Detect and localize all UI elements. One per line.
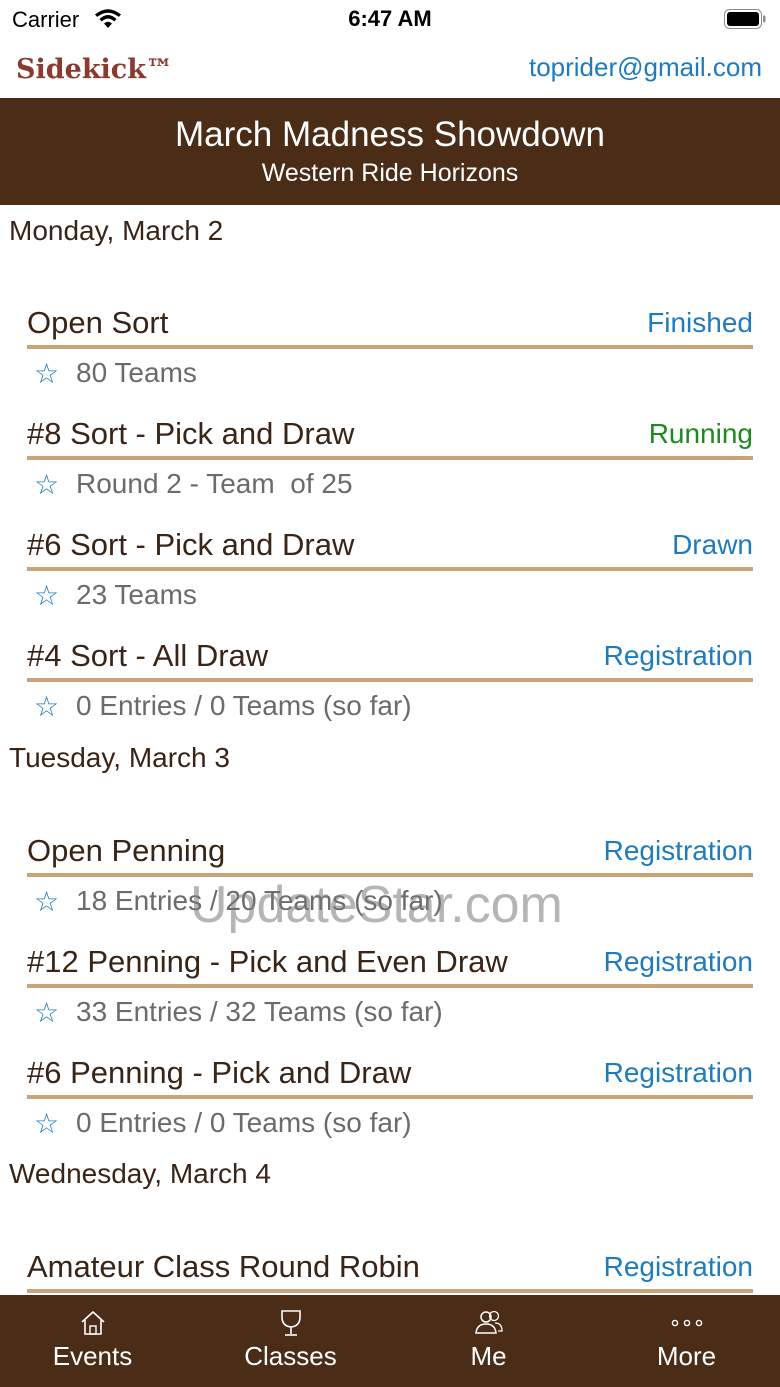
class-detail-text: 33 Entries / 32 Teams (so far) (76, 996, 443, 1027)
class-detail-text: 80 Teams (76, 357, 197, 388)
event-subtitle: Western Ride Horizons (261, 159, 519, 187)
class-row[interactable]: Amateur Class Round Robin Registration (27, 1247, 753, 1293)
class-status: Finished (647, 307, 753, 338)
class-row[interactable]: #6 Penning - Pick and Draw Registration (27, 1053, 753, 1099)
class-status: Registration (603, 640, 753, 671)
class-name: #12 Penning - Pick and Even Draw (27, 944, 508, 979)
more-icon (671, 1319, 702, 1327)
tab-label: More (656, 1341, 717, 1371)
day-header: Monday, March 2 (9, 215, 224, 246)
class-row[interactable]: #8 Sort - Pick and Draw Running (27, 414, 753, 460)
tab-me[interactable]: Me (391, 1295, 586, 1387)
class-name: #6 Sort - Pick and Draw (27, 527, 355, 562)
star-icon[interactable]: ☆ (34, 885, 59, 918)
class-name: Amateur Class Round Robin (27, 1249, 420, 1284)
class-row[interactable]: Open Penning Registration (27, 831, 753, 877)
status-bar: Carrier 6:47 AM (0, 0, 780, 40)
class-status: Running (648, 418, 753, 449)
class-detail-text: Round 2 - Team of 25 (76, 468, 353, 499)
day-header: Tuesday, March 3 (9, 742, 230, 773)
event-banner: March Madness Showdown Western Ride Hori… (0, 98, 780, 205)
class-status: Registration (603, 946, 753, 977)
class-detail-text: 0 Entries / 0 Teams (so far) (76, 1107, 412, 1138)
tab-label: Me (470, 1341, 507, 1371)
star-icon[interactable]: ☆ (34, 996, 59, 1029)
star-icon[interactable]: ☆ (34, 357, 59, 390)
class-detail-text: 0 Entries / 0 Teams (so far) (76, 690, 412, 721)
class-list[interactable]: Monday, March 2 Open Sort Finished ☆ 80 … (0, 205, 780, 1295)
class-detail-text: 18 Entries / 20 Teams (so far) (76, 885, 443, 916)
class-status: Drawn (672, 529, 753, 560)
tab-more[interactable]: More (589, 1295, 780, 1387)
star-icon[interactable]: ☆ (34, 690, 59, 723)
event-title: March Madness Showdown (175, 115, 605, 154)
star-icon[interactable]: ☆ (34, 1107, 59, 1140)
clock: 6:47 AM (348, 6, 432, 31)
class-status: Registration (603, 1251, 753, 1282)
class-name: #4 Sort - All Draw (27, 638, 269, 673)
tab-label: Events (52, 1341, 133, 1371)
class-status: Registration (603, 1057, 753, 1088)
class-row[interactable]: #6 Sort - Pick and Draw Drawn (27, 525, 753, 571)
class-name: #8 Sort - Pick and Draw (27, 416, 355, 451)
class-row[interactable]: #12 Penning - Pick and Even Draw Registr… (27, 942, 753, 988)
class-name: Open Sort (27, 305, 169, 340)
class-detail-text: 23 Teams (76, 579, 197, 610)
user-email-link[interactable]: toprider@gmail.com (529, 52, 762, 83)
tab-events[interactable]: Events (0, 1295, 190, 1387)
tab-classes[interactable]: Classes (193, 1295, 388, 1387)
star-icon[interactable]: ☆ (34, 579, 59, 612)
tab-label: Classes (244, 1341, 337, 1371)
brand-logo: Sidekick™ (16, 54, 173, 85)
class-name: #6 Penning - Pick and Draw (27, 1055, 412, 1090)
tab-bar: Events Classes Me More (0, 1295, 780, 1387)
app-header: Sidekick™ toprider@gmail.com (0, 46, 780, 96)
trophy-icon (280, 1310, 301, 1336)
class-status: Registration (603, 835, 753, 866)
star-icon[interactable]: ☆ (34, 468, 59, 501)
home-icon (80, 1311, 105, 1335)
day-header: Wednesday, March 4 (9, 1158, 271, 1189)
users-icon (474, 1310, 503, 1334)
battery-icon (724, 9, 766, 29)
class-row[interactable]: Open Sort Finished (27, 303, 753, 349)
class-name: Open Penning (27, 833, 226, 868)
class-row[interactable]: #4 Sort - All Draw Registration (27, 636, 753, 682)
